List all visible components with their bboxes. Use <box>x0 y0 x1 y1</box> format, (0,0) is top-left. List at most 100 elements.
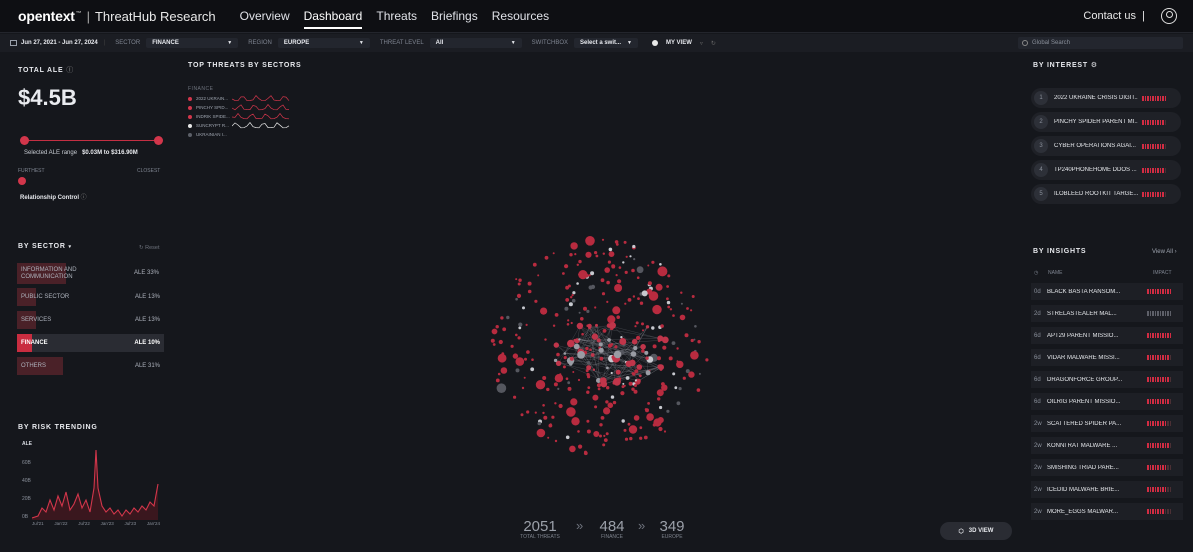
switchbox-filter[interactable]: SWITCHBOX Select a swit... ▼ <box>532 38 638 48</box>
network-node <box>532 262 537 267</box>
sector-select[interactable]: FINANCE ▼ <box>146 38 239 48</box>
threat-sparkline <box>232 103 290 110</box>
sector-row-finance[interactable]: FINANCE ALE 10% <box>17 334 164 352</box>
insight-row[interactable]: 6d OILRIG PARENT MISSIO... <box>1031 393 1183 410</box>
insight-age: 0d <box>1034 288 1041 295</box>
network-node <box>537 421 542 426</box>
network-node <box>593 431 600 437</box>
threat-level-filter[interactable]: THREAT LEVEL All ▼ <box>380 38 522 48</box>
insight-row[interactable]: 2w SCATTERED SPIDER PA... <box>1031 415 1183 432</box>
network-node <box>530 367 535 372</box>
interest-rank: 5 <box>1034 187 1048 201</box>
switchbox-select[interactable]: Select a swit... ▼ <box>574 38 638 48</box>
risk-trending-title: BY RISK TRENDING <box>18 424 98 431</box>
insight-row[interactable]: 2w SMISHING TRIAD PARE... <box>1031 459 1183 476</box>
ale-range-max-handle[interactable] <box>154 136 163 145</box>
brand-logo[interactable]: opentext™ <box>18 8 82 24</box>
insight-row[interactable]: 6d DRAGONFORCE GROUP... <box>1031 371 1183 388</box>
network-node <box>496 383 507 393</box>
nav-resources[interactable]: Resources <box>492 3 549 29</box>
stat-europe: 349 EUROPE <box>652 518 692 540</box>
network-node <box>554 374 564 383</box>
network-node <box>506 315 510 320</box>
view-all-link[interactable]: View All › <box>1152 249 1177 255</box>
network-node <box>553 342 559 348</box>
network-node <box>498 339 503 345</box>
network-node <box>631 338 638 345</box>
network-node <box>577 378 581 382</box>
user-account-icon[interactable] <box>1161 8 1177 24</box>
network-node <box>651 326 655 330</box>
sector-name: INFORMATION AND COMMUNICATION <box>21 266 77 280</box>
sector-filter[interactable]: SECTOR FINANCE ▼ <box>115 38 239 48</box>
network-node <box>619 338 627 345</box>
network-node <box>572 371 575 373</box>
insight-row[interactable]: 6d APT29 PARENT MISSIO... <box>1031 327 1183 344</box>
info-icon[interactable]: ⓘ <box>66 67 74 74</box>
global-search-input[interactable]: Global Search <box>1018 37 1183 49</box>
impact-meter <box>1147 421 1171 426</box>
region-filter[interactable]: REGION EUROPE ▼ <box>248 38 370 48</box>
nav-overview[interactable]: Overview <box>240 3 290 29</box>
network-node <box>590 353 595 357</box>
ale-range-min-handle[interactable] <box>20 136 29 145</box>
nav-threats[interactable]: Threats <box>376 3 417 29</box>
threat-item[interactable]: INDRIK SPIDE... <box>188 112 308 121</box>
sector-row-information[interactable]: INFORMATION AND COMMUNICATION ALE 33% <box>17 263 164 284</box>
insight-row[interactable]: 2d STRELASTEALER MAL... <box>1031 305 1183 322</box>
relationship-slider-handle[interactable] <box>18 177 26 185</box>
network-node <box>542 411 545 415</box>
interest-row[interactable]: 3 CYBER OPERATIONS AGAI... <box>1031 136 1181 156</box>
insight-row[interactable]: 0d BLACK BASTA RANSOM... <box>1031 283 1183 300</box>
sector-filter-label: SECTOR <box>115 40 141 46</box>
network-node <box>682 376 686 380</box>
network-node <box>615 243 619 246</box>
threat-item[interactable]: PINCHY SPID... <box>188 103 308 112</box>
sector-row-others[interactable]: OTHERS ALE 31% <box>17 357 164 375</box>
refresh-icon[interactable]: ↻ <box>711 40 716 47</box>
network-node <box>631 372 635 375</box>
settings-icon[interactable]: ⚙ <box>1091 62 1098 69</box>
sector-row-public[interactable]: PUBLIC SECTOR ALE 13% <box>17 288 164 306</box>
filter-icon[interactable]: ▿ <box>700 40 703 47</box>
nav-briefings[interactable]: Briefings <box>431 3 478 29</box>
network-node <box>634 384 637 387</box>
sector-ale: ALE 13% <box>134 317 160 323</box>
threat-item[interactable]: UKRAINIAN I... <box>188 130 308 139</box>
3d-view-button[interactable]: ⬡ 3D VIEW <box>940 522 1012 540</box>
region-select[interactable]: EUROPE ▼ <box>277 38 370 48</box>
insight-row[interactable]: 2w ICEDID MALWARE BRIE... <box>1031 481 1183 498</box>
network-node <box>576 322 584 330</box>
threat-item[interactable]: 2022 UKRAIN... <box>188 94 308 103</box>
sector-row-services[interactable]: SERVICES ALE 13% <box>17 311 164 329</box>
contact-us-link[interactable]: Contact us | <box>1083 10 1145 22</box>
threat-network-graph[interactable] <box>480 232 720 462</box>
insight-row[interactable]: 2w MORE_EGGS MALWAR... <box>1031 503 1183 520</box>
interest-row[interactable]: 2 PINCHY SPIDER PARENT MI... <box>1031 112 1181 132</box>
interest-row[interactable]: 4 TP240PHONEHOME DDOS ... <box>1031 160 1181 180</box>
impact-meter <box>1147 399 1171 404</box>
insight-age: 2d <box>1034 310 1041 317</box>
threat-dot <box>188 132 192 137</box>
sector-reset-button[interactable]: ↻ Reset <box>139 245 160 251</box>
network-node <box>666 409 670 413</box>
chevron-down-icon: ▼ <box>510 40 516 46</box>
network-node <box>612 306 621 315</box>
nav-dashboard[interactable]: Dashboard <box>303 3 363 29</box>
interest-row[interactable]: 1 2022 UKRAINE CRISIS DIGIT... <box>1031 88 1181 108</box>
impact-meter <box>1142 119 1166 125</box>
threat-level-select[interactable]: All ▼ <box>429 38 522 48</box>
threat-item[interactable]: SUNCRYPT R... <box>188 121 308 130</box>
my-view-toggle[interactable]: MY VIEW ▿ ↻ <box>651 40 716 47</box>
chevron-down-icon[interactable]: ▾ <box>69 244 72 250</box>
insight-row[interactable]: 2w KONNI RAT MALWARE ... <box>1031 437 1183 454</box>
insight-age: 2w <box>1034 420 1042 427</box>
network-node <box>501 352 505 355</box>
network-node <box>614 284 623 292</box>
network-node <box>546 387 550 392</box>
insight-row[interactable]: 6d VIDAR MALWARE MISSI... <box>1031 349 1183 366</box>
interest-row[interactable]: 5 ILOBLEED ROOTKIT TARGE... <box>1031 184 1181 204</box>
date-range-picker[interactable]: Jun 27, 2021 - Jun 27, 2024 <box>10 40 98 46</box>
network-node <box>589 348 592 351</box>
info-icon[interactable]: ⓘ <box>81 195 87 201</box>
